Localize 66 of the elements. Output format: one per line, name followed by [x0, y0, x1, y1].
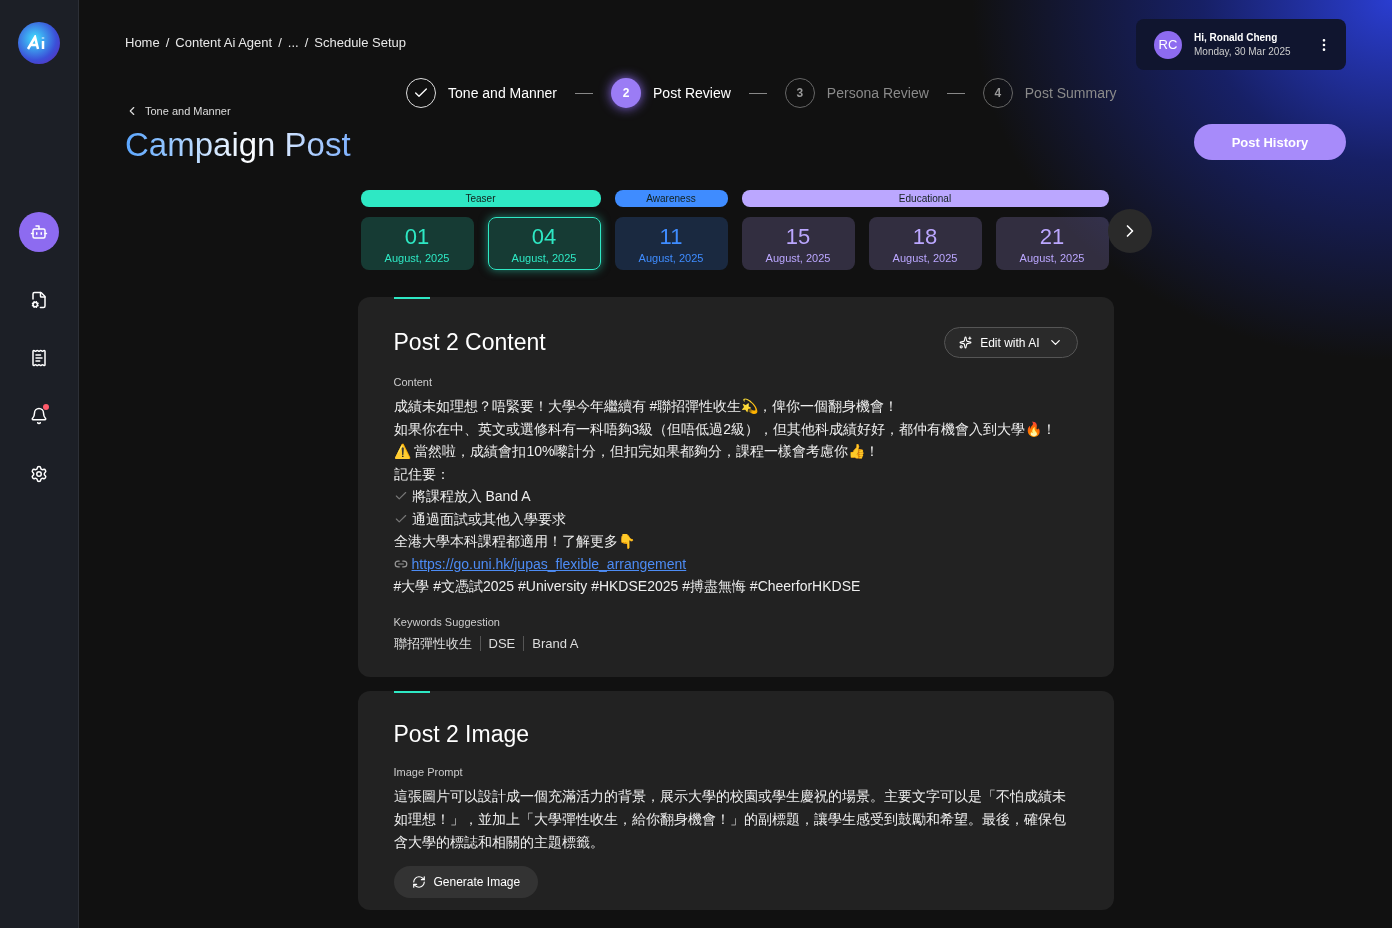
content-line: 全港大學本科課程都適用！了解更多👇	[393, 532, 635, 551]
date-month: August, 2025	[1019, 251, 1085, 264]
field-label: Image Prompt	[393, 765, 464, 778]
avatar: RC	[1154, 30, 1182, 59]
field-label: Content	[393, 376, 434, 388]
sparkle-icon	[959, 336, 973, 349]
card-title: Post 2 Image	[393, 720, 530, 748]
content-line: ⚠ 當然啦，成績會扣10%嚟計分，但扣完如果都夠分，課程一樣會考慮你👍！	[393, 442, 880, 461]
date-day: 15	[785, 223, 811, 250]
date-month: August, 2025	[511, 251, 577, 264]
breadcrumb-separator: /	[278, 35, 282, 50]
step-label: Tone and Manner	[448, 85, 558, 101]
date-card[interactable]: 21 August, 2025	[995, 217, 1109, 270]
date-month: August, 2025	[892, 251, 958, 264]
category-bar: Educational	[741, 190, 1109, 207]
breadcrumb-separator: /	[165, 35, 170, 50]
keyword: Brand A	[523, 636, 587, 651]
date-card[interactable]: 18 August, 2025	[868, 217, 982, 270]
step-label: Post Summary	[1024, 85, 1117, 101]
date-card[interactable]: 15 August, 2025	[741, 217, 855, 270]
nav-item[interactable]	[19, 212, 59, 252]
field-label: Keywords Suggestion	[393, 615, 501, 628]
image-prompt: 這張圖片可以設計成一個充滿活力的背景，展示大學的校園或學生慶祝的場景。主要文字可以是「不怕成績未如理想！」，並加上「大學彈性收生，給你翻身機會！」的副標題，讓學生感受到鼓勵和希望。最後，確保包含大學的標誌和相關的主題標籤。	[393, 786, 1067, 852]
breadcrumb-item[interactable]: Home	[125, 35, 160, 50]
user-date: Monday, 30 Mar 2025	[1194, 46, 1292, 57]
date-month: August, 2025	[765, 251, 831, 264]
breadcrumb-item[interactable]: ...	[287, 35, 299, 50]
date-month: August, 2025	[384, 251, 450, 264]
bell-icon	[30, 407, 48, 425]
content-line: 如果你在中、英文或選修科有一科唔夠3級（但唔低過2級），但其他科成績好好，都仲有機會入到大學🔥！	[393, 419, 1057, 439]
settings-icon	[30, 465, 48, 483]
date-day: 04	[531, 223, 557, 250]
document-gear-icon	[30, 291, 48, 309]
date-day: 18	[912, 223, 938, 250]
date-card[interactable]: 04 August, 2025	[487, 217, 601, 270]
logo-icon	[18, 22, 60, 64]
category-bar: Teaser	[360, 190, 601, 207]
keyword: 聯招彈性收生	[393, 634, 473, 653]
robot-icon	[30, 223, 48, 241]
date-card[interactable]: 01 August, 2025	[360, 217, 474, 270]
content-line: #大學 #文憑試2025 #University #HKDSE2025 #搏盡無悔 #CheerforHKDSE	[393, 577, 861, 596]
breadcrumb-item[interactable]: Content Ai Agent	[175, 35, 273, 50]
card-title: Post 2 Content	[393, 329, 546, 356]
receipt-dollar-icon	[30, 349, 48, 367]
date-day: 21	[1039, 223, 1065, 250]
date-day: 11	[659, 223, 683, 250]
content-line: 通過面試或其他入學要求	[411, 509, 566, 529]
content-line: 記住要：	[393, 464, 450, 484]
back-link[interactable]: Tone and Manner	[125, 104, 351, 118]
refresh-icon	[411, 874, 426, 889]
step-label: Post Review	[653, 85, 731, 101]
date-day: 01	[404, 223, 430, 250]
user-greeting: Hi, Ronald Cheng	[1194, 32, 1279, 43]
breadcrumb-separator: /	[304, 35, 309, 50]
step-circle: 2	[611, 78, 642, 108]
content-line: 成績未如理想？唔緊要！大學今年繼續有 #聯招彈性收生💫，俾你一個翻身機會！	[393, 397, 899, 416]
content-line: 將課程放入 Band A	[411, 487, 531, 506]
breadcrumb-item[interactable]: Schedule Setup	[314, 35, 407, 50]
date-month: August, 2025	[638, 251, 704, 264]
edit-with-ai-button[interactable]: Edit with AI	[944, 327, 1078, 358]
step-label: Persona Review	[826, 85, 929, 101]
category-bar: Awareness	[614, 190, 728, 207]
generate-image-button[interactable]: Generate Image	[393, 865, 539, 898]
content-link[interactable]: https://go.uni.hk/jupas_flexible_arrangement	[411, 552, 687, 575]
date-card[interactable]: 11 August, 2025	[614, 217, 728, 270]
keyword: DSE	[479, 636, 524, 651]
